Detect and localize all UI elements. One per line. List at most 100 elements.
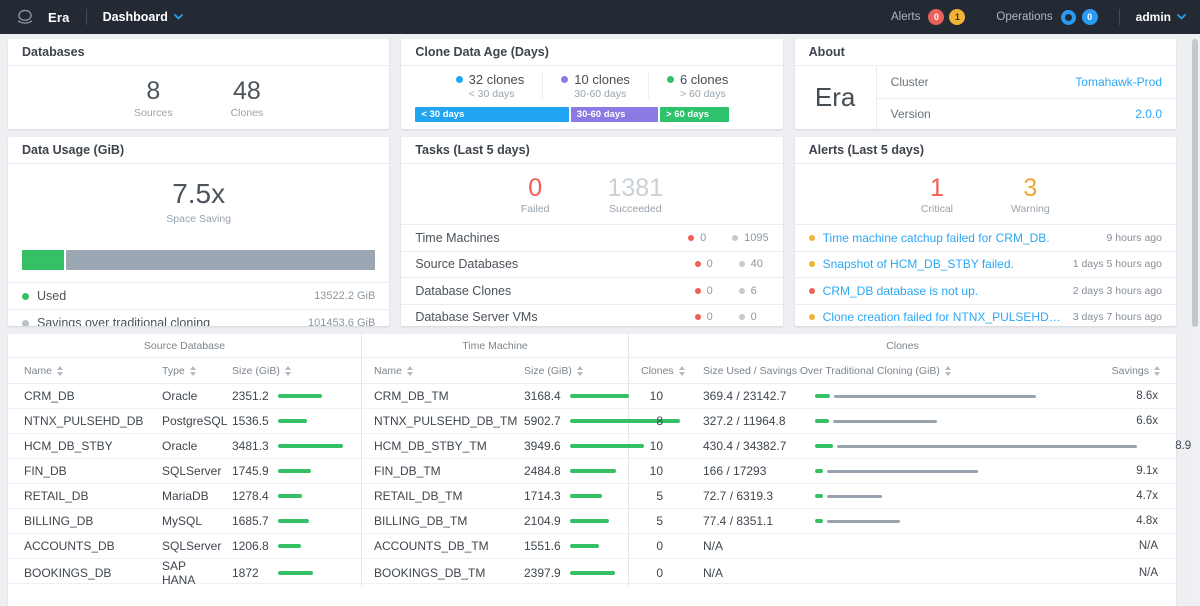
time-machine-size: 3949.6 (512, 434, 629, 458)
sort-icon[interactable] (577, 366, 583, 376)
savings-legend-row: Savings over traditional cloning 101453.… (8, 309, 389, 326)
operations-label: Operations (996, 11, 1052, 23)
time-machine-name: ACCOUNTS_DB_TM (362, 534, 512, 558)
succeeded-dot-icon (739, 314, 745, 320)
table-row[interactable]: BOOKINGS_DB SAP HANA 1872 BOOKINGS_DB_TM… (8, 559, 1176, 584)
table-row[interactable]: RETAIL_DB MariaDB 1278.4 RETAIL_DB_TM 17… (8, 484, 1176, 509)
source-db-name: HCM_DB_STBY (8, 434, 150, 458)
time-machine-size: 3168.4 (512, 384, 629, 408)
version-link[interactable]: 2.0.0 (1135, 107, 1162, 121)
alert-row: Snapshot of HCM_DB_STBY failed. 1 days 5… (795, 251, 1176, 278)
sort-icon[interactable] (285, 366, 291, 376)
operations-badge[interactable]: 0 (1082, 9, 1098, 25)
alert-link[interactable]: Clone creation failed for NTNX_PULSEHD_D… (823, 310, 1063, 324)
alert-row: Clone creation failed for NTNX_PULSEHD_D… (795, 304, 1176, 327)
size-bar (570, 394, 629, 398)
operations-progress-icon[interactable] (1061, 10, 1076, 25)
col-header-savings[interactable]: Savings (1098, 358, 1176, 383)
legend-dot (561, 76, 568, 83)
table-column-header: Name Type Size (GiB) Name Size (GiB) Clo… (8, 358, 1176, 384)
col-header-type[interactable]: Type (150, 358, 220, 383)
alert-link[interactable]: Time machine catchup failed for CRM_DB. (823, 231, 1050, 245)
nutanix-logo-icon[interactable] (14, 6, 36, 28)
critical-count: 1 (921, 175, 953, 201)
col-header-name[interactable]: Name (8, 358, 150, 383)
clone-count: 0 (629, 534, 691, 558)
source-db-name: BILLING_DB (8, 509, 150, 533)
used-bar (815, 394, 830, 398)
dashboard-menu-label: Dashboard (103, 10, 168, 24)
sort-icon[interactable] (190, 366, 196, 376)
clone-count: 8 (629, 409, 691, 433)
databases-table-card: Source Database Time Machine Clones Name… (8, 334, 1176, 606)
legend-range: > 60 days (680, 88, 728, 100)
sort-icon[interactable] (407, 366, 413, 376)
savings-ratio: 4.8x (1098, 509, 1176, 533)
version-row: Version 2.0.0 (877, 98, 1176, 130)
alert-link[interactable]: Snapshot of HCM_DB_STBY failed. (823, 257, 1014, 271)
used-value: 13522.2 GiB (314, 290, 375, 302)
savings-bar (833, 420, 937, 423)
col-header-tm-size[interactable]: Size (GiB) (512, 358, 629, 383)
dashboard-menu[interactable]: Dashboard (103, 10, 183, 24)
failed-dot-icon (695, 314, 701, 320)
alerts-critical-badge[interactable]: 0 (928, 9, 944, 25)
sort-icon[interactable] (945, 366, 951, 376)
alert-timestamp: 2 days 3 hours ago (1073, 285, 1162, 297)
critical-label: Critical (921, 203, 953, 215)
col-header-tm-name[interactable]: Name (362, 358, 512, 383)
table-row[interactable]: FIN_DB SQLServer 1745.9 FIN_DB_TM 2484.8… (8, 459, 1176, 484)
user-menu[interactable]: admin (1136, 10, 1186, 24)
size-used-savings: 72.7 / 6319.3 (691, 484, 1098, 508)
critical-stat: 1 Critical (921, 175, 953, 215)
size-bar (278, 571, 313, 575)
alert-link[interactable]: CRM_DB database is not up. (823, 284, 978, 298)
source-db-size: 1872 (220, 559, 362, 587)
page-scrollbar[interactable] (1191, 36, 1199, 602)
sort-icon[interactable] (1154, 366, 1160, 376)
size-bar (570, 544, 599, 548)
alert-row: Time machine catchup failed for CRM_DB. … (795, 224, 1176, 251)
cluster-label: Cluster (891, 75, 929, 89)
group-time-machine: Time Machine (362, 334, 629, 357)
cluster-link[interactable]: Tomahawk-Prod (1075, 75, 1162, 89)
table-row[interactable]: ACCOUNTS_DB SQLServer 1206.8 ACCOUNTS_DB… (8, 534, 1176, 559)
operations-indicator[interactable]: Operations 0 (996, 9, 1102, 25)
clones-stat: 48 Clones (231, 78, 264, 118)
sort-icon[interactable] (679, 366, 685, 376)
task-row: Database Clones 0 6 (401, 277, 782, 304)
col-header-size[interactable]: Size (GiB) (220, 358, 362, 383)
alerts-indicator[interactable]: Alerts 0 1 (891, 9, 970, 25)
legend-item: 32 clones < 30 days (438, 72, 543, 100)
topbar-divider (1119, 9, 1120, 25)
col-header-size-used[interactable]: Size Used / Savings Over Traditional Clo… (691, 358, 1098, 383)
space-saving-label: Space Saving (166, 213, 231, 225)
table-row[interactable]: CRM_DB Oracle 2351.2 CRM_DB_TM 3168.4 10… (8, 384, 1176, 409)
col-header-clones[interactable]: Clones (629, 358, 691, 383)
warning-label: Warning (1011, 203, 1050, 215)
failed-dot-icon (695, 261, 701, 267)
task-failed-count: 0 (700, 232, 706, 244)
severity-dot-icon (809, 314, 815, 320)
group-clones: Clones (629, 334, 1176, 357)
sources-label: Sources (134, 107, 173, 119)
topbar-divider (86, 9, 87, 25)
tasks-list: Time Machines 0 1095 Source Databases 0 … (401, 224, 782, 326)
alerts-warning-badge[interactable]: 1 (949, 9, 965, 25)
table-row[interactable]: HCM_DB_STBY Oracle 3481.3 HCM_DB_STBY_TM… (8, 434, 1176, 459)
legend-dot (22, 293, 29, 300)
time-machine-name: BOOKINGS_DB_TM (362, 559, 512, 587)
table-row[interactable]: NTNX_PULSEHD_DB PostgreSQL 1536.5 NTNX_P… (8, 409, 1176, 434)
source-db-size: 1745.9 (220, 459, 362, 483)
size-bar (570, 571, 615, 575)
task-label: Source Databases (415, 257, 518, 271)
scrollbar-thumb[interactable] (1192, 39, 1198, 327)
size-bar (278, 544, 301, 548)
sort-icon[interactable] (57, 366, 63, 376)
usage-bar-used (22, 250, 64, 270)
table-row[interactable]: BILLING_DB MySQL 1685.7 BILLING_DB_TM 21… (8, 509, 1176, 534)
source-db-type: SQLServer (150, 459, 220, 483)
alert-timestamp: 1 days 5 hours ago (1073, 258, 1162, 270)
legend-range: 30-60 days (574, 88, 630, 100)
source-db-type: SQLServer (150, 534, 220, 558)
